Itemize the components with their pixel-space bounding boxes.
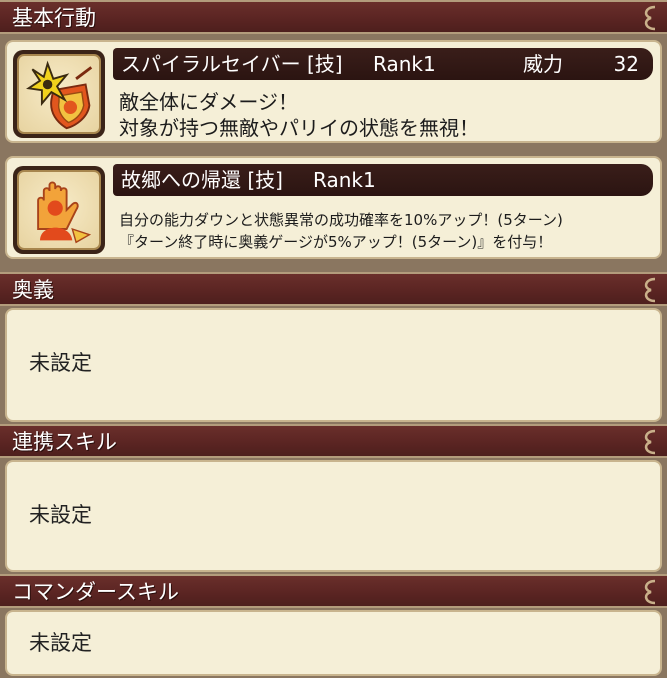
skill-description-line: 自分の能力ダウンと状態異常の成功確率を10%アップ！(5ターン): [119, 211, 563, 229]
hand-aura-icon: [37, 181, 92, 244]
skill-card-spiral-saber[interactable]: スパイラルセイバー [技] Rank1 威力 32 敵全体にダメージ！ 対象が持…: [5, 40, 662, 143]
skill-power-label: 威力: [523, 52, 563, 76]
skill-rank: Rank1: [313, 168, 376, 192]
skill-name: スパイラルセイバー [技]: [121, 52, 343, 76]
scroll-ornament-icon: [644, 277, 656, 303]
scroll-ornament-icon: [644, 579, 656, 605]
section-header-basic-actions: 基本行動: [0, 0, 667, 34]
section-title: 連携スキル: [12, 430, 117, 454]
skill-description-line: 『ターン終了時に奥義ゲージが5%アップ！(5ターン)』を付与！: [119, 233, 553, 251]
shuriken-shield-icon: [26, 60, 93, 130]
section-header-link-skill: 連携スキル: [0, 424, 667, 458]
skill-description-line: 対象が持つ無敵やパリイの状態を無視！: [119, 116, 479, 140]
skill-rank: Rank1: [373, 52, 436, 76]
section-title: コマンダースキル: [12, 580, 179, 604]
section-header-commander-skill: コマンダースキル: [0, 574, 667, 608]
skill-description-line: 敵全体にダメージ！: [119, 90, 298, 114]
ougi-value: 未設定: [29, 351, 92, 375]
ougi-panel[interactable]: 未設定: [5, 308, 662, 422]
commander-skill-value: 未設定: [29, 631, 92, 655]
skill-card-homecoming[interactable]: 故郷への帰還 [技] Rank1 自分の能力ダウンと状態異常の成功確率を10%ア…: [5, 156, 662, 259]
section-title: 基本行動: [12, 6, 96, 30]
section-title: 奥義: [12, 278, 54, 302]
section-header-ougi: 奥義: [0, 272, 667, 306]
commander-skill-panel[interactable]: 未設定: [5, 610, 662, 676]
skill-title-bar: スパイラルセイバー [技] Rank1 威力 32: [113, 48, 653, 80]
skill-power-value: 32: [613, 52, 639, 76]
skill-name: 故郷への帰還 [技]: [121, 168, 283, 192]
skill-icon-frame: [13, 50, 105, 138]
link-skill-value: 未設定: [29, 503, 92, 527]
scroll-ornament-icon: [644, 429, 656, 455]
skill-title-bar: 故郷への帰還 [技] Rank1: [113, 164, 653, 196]
scroll-ornament-icon: [644, 5, 656, 31]
link-skill-panel[interactable]: 未設定: [5, 460, 662, 572]
skill-icon-frame: [13, 166, 105, 254]
